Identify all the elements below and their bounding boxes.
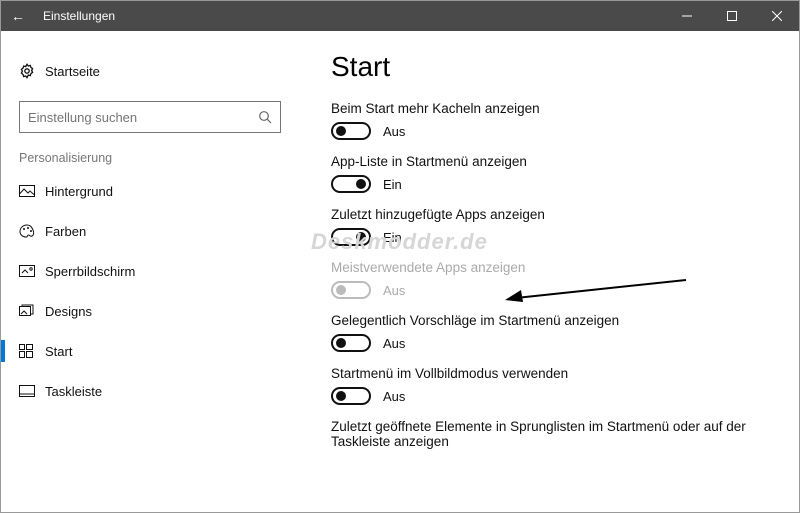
close-button[interactable] [754,1,799,31]
sidebar-item-taskleiste[interactable]: Taskleiste [19,371,291,411]
search-input[interactable] [28,110,258,125]
sidebar-item-label: Farben [45,224,86,239]
toggle-state-text: Aus [383,336,405,351]
toggle-switch[interactable] [331,122,371,140]
sidebar-item-label: Taskleiste [45,384,102,399]
toggle-switch[interactable] [331,228,371,246]
minimize-button[interactable] [664,1,709,31]
toggle-switch [331,281,371,299]
option-row: Zuletzt hinzugefügte Apps anzeigen Ein [331,207,769,246]
themes-icon [19,304,45,318]
lock-screen-icon [19,265,45,277]
selection-indicator [1,340,5,362]
toggle-switch[interactable] [331,175,371,193]
sidebar-item-label: Designs [45,304,92,319]
option-label: Meistverwendete Apps anzeigen [331,260,769,275]
option-label: Startmenü im Vollbildmodus verwenden [331,366,769,381]
gear-icon [19,63,45,79]
sidebar-item-sperrbildschirm[interactable]: Sperrbildschirm [19,251,291,291]
toggle-state-text: Ein [383,177,402,192]
window-buttons [664,1,799,31]
palette-icon [19,224,45,238]
toggle-state-text: Aus [383,389,405,404]
sidebar-item-label: Hintergrund [45,184,113,199]
option-label: Gelegentlich Vorschläge im Startmenü anz… [331,313,769,328]
toggle-state-text: Aus [383,283,405,298]
toggle-state-text: Aus [383,124,405,139]
sidebar-item-farben[interactable]: Farben [19,211,291,251]
option-row: Zuletzt geöffnete Elemente in Sprunglist… [331,419,769,449]
search-icon[interactable] [258,110,272,124]
sidebar: Startseite Personalisierung Hintergrund … [1,31,301,512]
toggle-state-text: Ein [383,230,402,245]
taskbar-icon [19,385,45,397]
option-row: Meistverwendete Apps anzeigen Aus [331,260,769,299]
toggle-switch[interactable] [331,334,371,352]
sidebar-item-label: Start [45,344,72,359]
option-label: Beim Start mehr Kacheln anzeigen [331,101,769,116]
main-panel: Start Beim Start mehr Kacheln anzeigen Au… [301,31,799,512]
option-label: App-Liste in Startmenü anzeigen [331,154,769,169]
sidebar-item-designs[interactable]: Designs [19,291,291,331]
maximize-button[interactable] [709,1,754,31]
sidebar-item-start[interactable]: Start [19,331,291,371]
back-icon[interactable]: ← [11,8,25,24]
sidebar-home[interactable]: Startseite [19,51,291,91]
option-row: Startmenü im Vollbildmodus verwenden Aus [331,366,769,405]
picture-icon [19,185,45,197]
start-icon [19,344,45,358]
sidebar-search [19,101,291,133]
toggle-switch[interactable] [331,387,371,405]
sidebar-item-hintergrund[interactable]: Hintergrund [19,171,291,211]
option-row: Gelegentlich Vorschläge im Startmenü anz… [331,313,769,352]
title-bar: ← Einstellungen [1,1,799,31]
sidebar-item-label: Sperrbildschirm [45,264,135,279]
option-label: Zuletzt hinzugefügte Apps anzeigen [331,207,769,222]
option-row: App-Liste in Startmenü anzeigen Ein [331,154,769,193]
sidebar-home-label: Startseite [45,64,100,79]
sidebar-group-label: Personalisierung [19,151,291,165]
page-heading: Start [331,51,769,83]
option-label: Zuletzt geöffnete Elemente in Sprunglist… [331,419,769,449]
option-row: Beim Start mehr Kacheln anzeigen Aus [331,101,769,140]
window-title: Einstellungen [43,9,664,23]
